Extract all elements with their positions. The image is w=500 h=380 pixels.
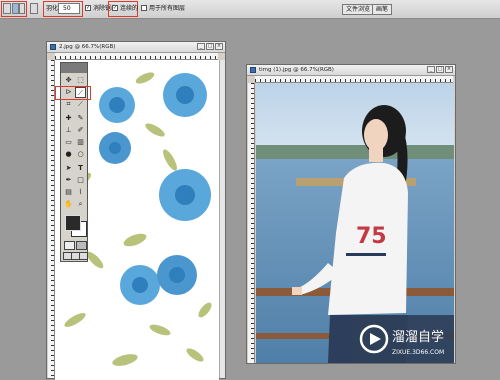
new-selection-button[interactable] <box>12 3 19 14</box>
vertical-ruler <box>248 83 255 363</box>
healing-tool-icon[interactable]: ✚ <box>63 113 74 124</box>
standard-mode-button[interactable] <box>64 241 75 250</box>
notes-tool-icon[interactable]: ▤ <box>63 187 74 198</box>
subtract-selection-button[interactable] <box>30 3 38 14</box>
quickmask-mode-button[interactable] <box>76 241 87 250</box>
tab-file-browser[interactable]: 文件浏览 <box>342 4 375 15</box>
document-icon <box>250 67 256 73</box>
screen-mode-3-button[interactable] <box>79 252 88 260</box>
feather-input[interactable]: 50 <box>58 3 80 14</box>
dodge-tool-icon[interactable]: ○ <box>75 149 86 160</box>
vertical-ruler <box>48 60 55 378</box>
document-window-right: timg (1).jpg @ 66.7%(RGB) _ □ × 75 溜溜自学 … <box>246 64 456 364</box>
eyedropper-tool-icon[interactable]: ⌇ <box>75 187 86 198</box>
zoom-tool-icon[interactable]: ⌕ <box>75 199 86 210</box>
history-brush-tool-icon[interactable]: ✐ <box>75 125 86 136</box>
pen-tool-icon[interactable]: ✒ <box>63 175 74 186</box>
close-button[interactable]: × <box>445 66 453 73</box>
slice-tool-icon[interactable]: ⟋ <box>75 99 86 110</box>
minimize-button[interactable]: _ <box>427 66 435 73</box>
contiguous-checkbox[interactable]: ✓ <box>112 5 118 11</box>
add-selection-button[interactable] <box>19 3 25 14</box>
maximize-button[interactable]: □ <box>436 66 444 73</box>
horizontal-ruler <box>255 76 453 83</box>
title-bar[interactable]: 2.jpg @ 66.7%(RGB) _ □ × <box>47 42 225 53</box>
distant-shore <box>256 145 454 159</box>
shape-tool-icon[interactable]: □ <box>75 175 86 186</box>
type-tool-icon[interactable]: T <box>75 163 86 174</box>
svg-text:75: 75 <box>356 224 387 249</box>
horizontal-ruler <box>55 53 218 60</box>
lasso-tool-icon[interactable]: ᐅ <box>63 87 74 98</box>
window-title: 2.jpg @ 66.7%(RGB) <box>59 44 116 50</box>
watermark: 溜溜自学 ZIXUE.3D66.COM <box>352 315 454 363</box>
minimize-button[interactable]: _ <box>197 43 205 50</box>
contiguous-label: 连续的 <box>120 5 139 12</box>
title-bar[interactable]: timg (1).jpg @ 66.7%(RGB) _ □ × <box>247 65 455 76</box>
watermark-url: ZIXUE.3D66.COM <box>392 349 444 356</box>
gradient-tool-icon[interactable]: ▥ <box>75 137 86 148</box>
hand-tool-icon[interactable]: ✋ <box>63 199 74 210</box>
stamp-tool-icon[interactable]: ⊥ <box>63 125 74 136</box>
antialias-checkbox[interactable]: ✓ <box>85 5 91 11</box>
crop-tool-icon[interactable]: ⌗ <box>63 99 74 110</box>
blur-tool-icon[interactable]: ● <box>63 149 74 160</box>
marquee-tool-icon[interactable]: ⬚ <box>75 75 86 86</box>
magic-wand-tool-icon[interactable]: ⟋ <box>75 87 86 98</box>
foreground-color-chip[interactable] <box>65 215 81 231</box>
eraser-tool-icon[interactable]: ▭ <box>63 137 74 148</box>
sample-all-label: 用于所有图层 <box>149 5 186 12</box>
document-icon <box>50 44 56 50</box>
brush-tool-icon[interactable]: ✎ <box>75 113 86 124</box>
watermark-name: 溜溜自学 <box>392 329 444 345</box>
path-select-tool-icon[interactable]: ➤ <box>63 163 74 174</box>
options-bar: 羽化: 50 ✓ 消除锯齿 ✓ 连续的 用于所有图层 文件浏览 画笔 <box>0 0 500 19</box>
toolbox-header[interactable] <box>61 63 87 73</box>
move-tool-icon[interactable]: ✥ <box>63 75 74 86</box>
maximize-button[interactable]: □ <box>206 43 214 50</box>
photo-canvas[interactable]: 75 溜溜自学 ZIXUE.3D66.COM <box>256 83 454 363</box>
window-title: timg (1).jpg @ 66.7%(RGB) <box>259 67 334 73</box>
vertical-scrollbar[interactable] <box>219 60 225 378</box>
close-button[interactable]: × <box>215 43 223 50</box>
toolbox: ✥ ⬚ ᐅ ⟋ ⌗ ⟋ ✚ ✎ ⊥ ✐ ▭ ▥ ● ○ ➤ T ✒ □ ▤ ⌇ … <box>55 62 91 262</box>
sample-all-checkbox[interactable] <box>141 5 147 11</box>
tab-brushes[interactable]: 画笔 <box>372 4 393 15</box>
